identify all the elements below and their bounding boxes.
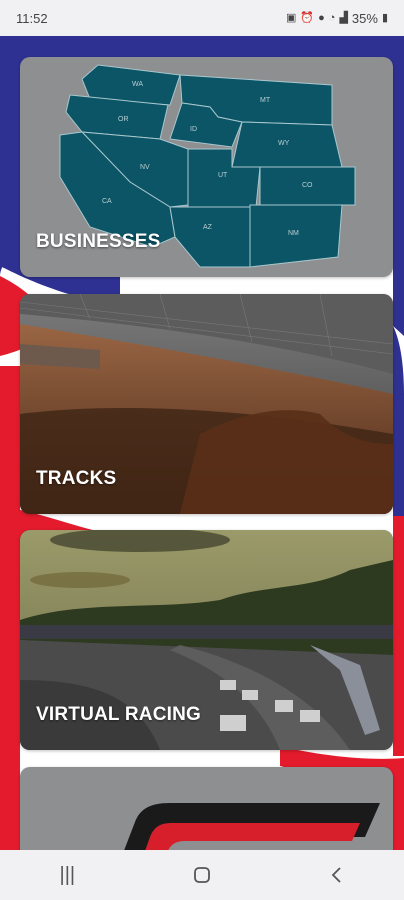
map-label-wa: WA [132, 81, 143, 88]
battery-percent: 35% [351, 10, 378, 26]
wifi-icon: ◔ [328, 11, 336, 24]
signal-icon: ▟ [339, 11, 348, 24]
logo-image [124, 803, 380, 850]
map-label-wy: WY [278, 140, 290, 147]
map-label-mt: MT [260, 97, 271, 104]
map-label-az: AZ [203, 224, 213, 231]
map-label-id: ID [190, 126, 197, 133]
map-label-co: CO [302, 182, 313, 189]
map-label-nv: NV [140, 164, 150, 171]
status-time: 11:52 [16, 10, 48, 26]
map-label-ca: CA [102, 198, 112, 205]
status-bar: 11:52 ▣ ⏰ ● ◔ ▟ 35% ▮ [0, 0, 404, 36]
location-icon: ● [318, 11, 325, 24]
logo-card[interactable] [20, 767, 393, 850]
navigation-bar: ||| [0, 850, 404, 900]
virtual-racing-label: VIRTUAL RACING [36, 704, 202, 725]
alarm-icon: ⏰ [300, 11, 315, 24]
map-label-ut: UT [218, 172, 228, 179]
sim-icon: ▣ [286, 11, 297, 24]
virtual-racing-card[interactable]: VIRTUAL RACING [20, 530, 393, 750]
businesses-label: BUSINESSES [36, 231, 161, 252]
main-content[interactable]: WA MT OR ID WY NV UT CO CA AZ NM BUSINES… [0, 36, 404, 850]
map-label-or: OR [118, 116, 129, 123]
home-icon[interactable] [172, 855, 232, 895]
tracks-card[interactable]: TRACKS [20, 294, 393, 514]
tracks-label: TRACKS [36, 468, 117, 489]
battery-icon: ▮ [381, 11, 388, 24]
map-label-nm: NM [288, 230, 299, 237]
back-icon[interactable] [307, 855, 367, 895]
status-icons: ▣ ⏰ ● ◔ ▟ 35% ▮ [286, 11, 388, 26]
recents-icon[interactable]: ||| [37, 855, 97, 895]
businesses-card[interactable]: WA MT OR ID WY NV UT CO CA AZ NM BUSINES… [20, 57, 393, 277]
